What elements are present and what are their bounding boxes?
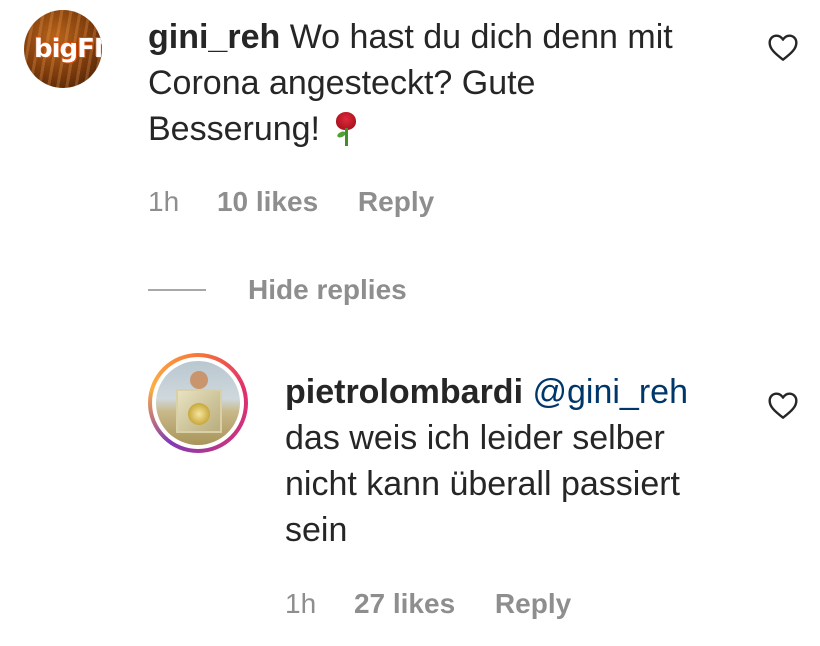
avatar-logo: bigFM [34, 34, 102, 64]
avatar[interactable]: bigFM [24, 10, 102, 88]
reply-likes[interactable]: 27 likes [354, 588, 455, 619]
reply-body: pietrolombardi @gini_reh das weis ich le… [285, 369, 755, 553]
reply-text-line3: sein [285, 511, 348, 549]
comment-body: gini_reh Wo hast du dich denn mit Corona… [148, 14, 748, 152]
like-heart-icon[interactable] [767, 32, 799, 62]
hide-replies-label: Hide replies [248, 274, 407, 305]
reply-username[interactable]: pietrolombardi [285, 373, 523, 411]
rose-icon [333, 112, 359, 146]
reply-like-heart-icon[interactable] [767, 390, 799, 420]
comment-meta: 1h 10 likes Reply [148, 186, 434, 218]
comment-likes[interactable]: 10 likes [217, 186, 318, 217]
reply-mention[interactable]: @gini_reh [532, 373, 688, 411]
comment-text-line1: Wo hast du dich denn mit [289, 18, 673, 56]
reply-text-line2: nicht kann überall passiert [285, 465, 681, 503]
comment-text-line2: Corona angesteckt? Gute [148, 64, 536, 102]
comment-text-line3: Besserung! [148, 110, 320, 148]
reply-meta: 1h 27 likes Reply [285, 588, 571, 620]
reply-button[interactable]: Reply [358, 186, 434, 217]
comment-username[interactable]: gini_reh [148, 18, 280, 56]
avatar-photo-disc [188, 403, 210, 425]
comment-timestamp[interactable]: 1h [148, 186, 179, 217]
avatar-photo [156, 361, 240, 445]
avatar-photo-person [190, 371, 208, 389]
reply-avatar[interactable] [148, 353, 248, 453]
avatar-ring-inner [152, 357, 244, 449]
reply-text-line1: das weis ich leider selber [285, 419, 665, 457]
reply-reply-button[interactable]: Reply [495, 588, 571, 619]
hide-replies-button[interactable]: Hide replies [148, 270, 407, 310]
divider-line [148, 289, 206, 291]
reply-timestamp[interactable]: 1h [285, 588, 316, 619]
